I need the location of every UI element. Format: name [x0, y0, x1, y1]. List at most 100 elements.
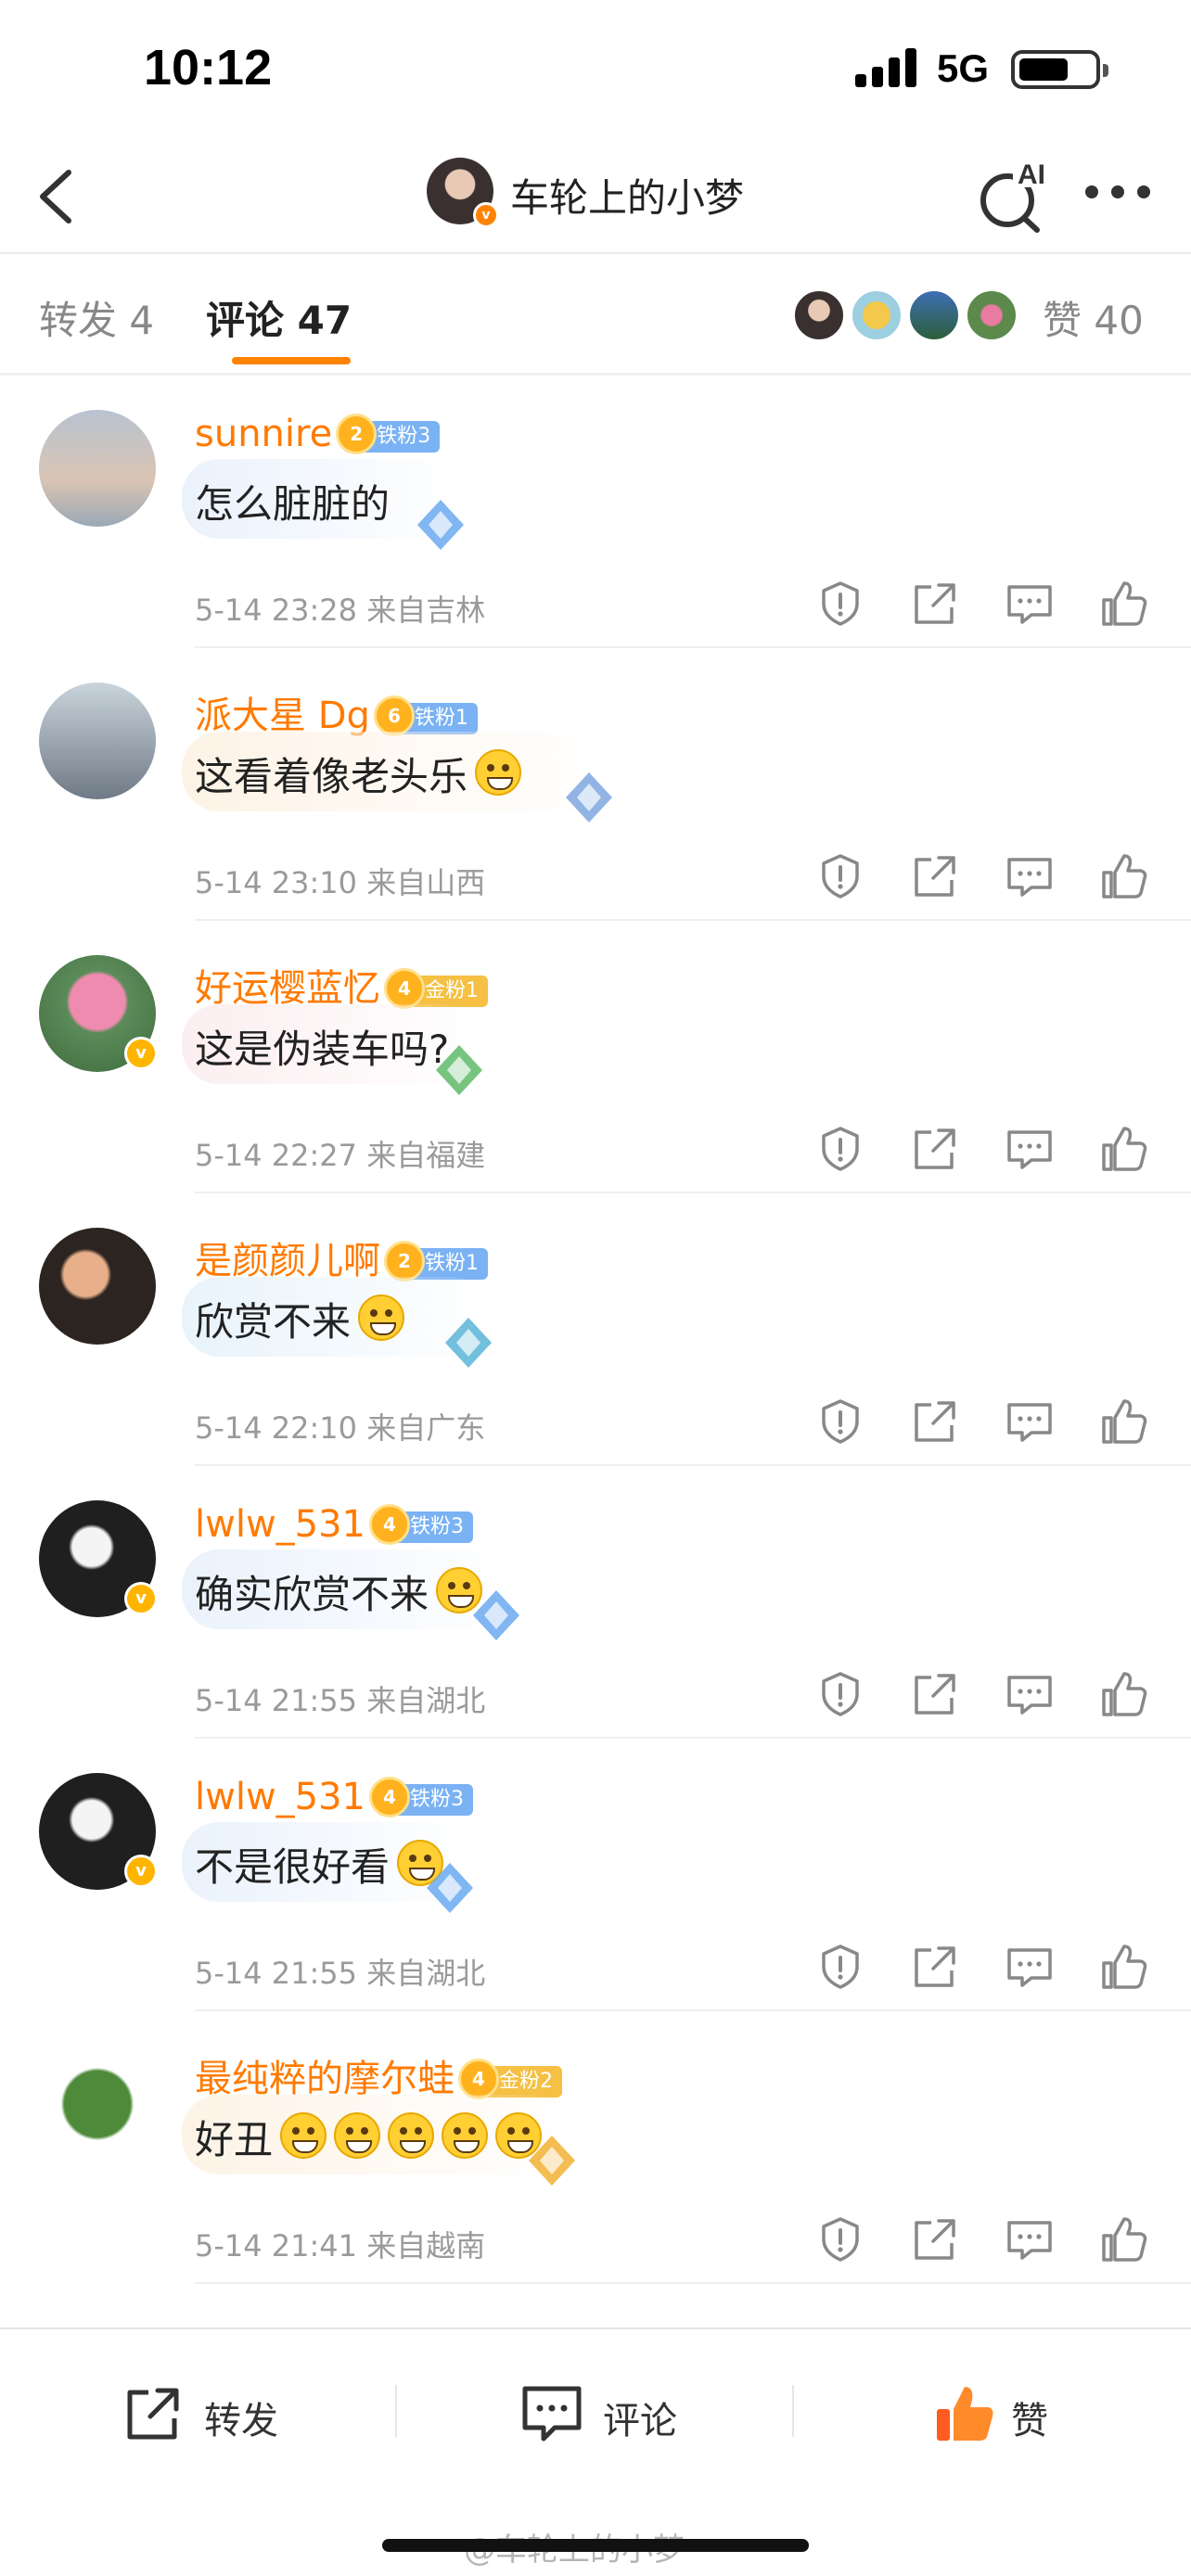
back-icon[interactable] [33, 167, 80, 226]
comment-item[interactable]: v lwlw_531 4 铁粉3 不是很好看 5-14 21:55 来自湖北 [0, 1739, 1191, 2011]
commenter-avatar[interactable] [39, 410, 156, 527]
share-icon[interactable] [911, 1397, 959, 1446]
like-label: 赞 [1011, 2400, 1048, 2442]
comment-meta: 5-14 22:10 来自广东 [195, 1405, 485, 1447]
commenter-avatar[interactable] [39, 2046, 156, 2162]
fan-badge[interactable]: 4 金粉1 [384, 968, 488, 1009]
comment-location: 来自山西 [366, 865, 486, 900]
report-icon[interactable] [816, 1125, 864, 1173]
report-icon[interactable] [816, 1397, 864, 1446]
commenter-avatar[interactable] [39, 1228, 156, 1345]
reply-icon[interactable] [1005, 2215, 1054, 2264]
comment-body: 怎么脏脏的 [195, 481, 391, 527]
more-icon[interactable] [1085, 185, 1150, 200]
tab-comment[interactable]: 评论 47 [206, 289, 352, 346]
comment-item[interactable]: v 好运樱蓝忆 4 金粉1 这是伪装车吗? 5-14 22:27 来自福建 [0, 921, 1191, 1193]
comment-location: 来自吉林 [366, 593, 486, 628]
liker-avatar [965, 288, 1018, 342]
share-icon[interactable] [911, 580, 959, 628]
share-icon[interactable] [911, 2215, 959, 2264]
like-icon[interactable] [1100, 852, 1148, 900]
report-icon[interactable] [816, 2215, 864, 2264]
comment-button[interactable]: 评论 [519, 2381, 705, 2446]
share-icon[interactable] [911, 1125, 959, 1173]
report-icon[interactable] [816, 1943, 864, 1991]
comment-list: sunnire 2 铁粉3 怎么脏脏的 5-14 23:28 来自吉林 派大星 Dg 6 铁粉… [0, 376, 1191, 2284]
bubble-sticker-icon [417, 500, 464, 550]
tab-likes[interactable]: 赞 40 [1043, 289, 1144, 346]
share-icon[interactable] [911, 1943, 959, 1991]
comment-time: 5-14 21:55 [195, 1683, 358, 1718]
comment-item[interactable]: sunnire 2 铁粉3 怎么脏脏的 5-14 23:28 来自吉林 [0, 376, 1191, 648]
comment-text[interactable]: 不是很好看 [195, 1836, 444, 1893]
comment-body: 不是很好看 [195, 1844, 391, 1890]
fan-badge[interactable]: 4 铁粉3 [369, 1777, 474, 1817]
fan-badge[interactable]: 6 铁粉1 [373, 695, 478, 736]
ai-label: AI [1018, 159, 1045, 190]
commenter-name[interactable]: lwlw_531 4 铁粉3 [195, 1503, 474, 1546]
fan-badge-label: 金粉1 [425, 979, 479, 1002]
like-icon[interactable] [1100, 1125, 1148, 1173]
comment-location: 来自湖北 [366, 1956, 486, 1991]
share-icon[interactable] [911, 1670, 959, 1718]
crown-icon: 4 [384, 968, 425, 1009]
reply-icon[interactable] [1005, 852, 1054, 900]
like-icon[interactable] [1100, 580, 1148, 628]
fan-badge[interactable]: 4 铁粉3 [369, 1504, 474, 1545]
comment-text[interactable]: 确实欣赏不来 [195, 1563, 483, 1620]
comment-time: 5-14 23:10 [195, 865, 358, 900]
report-icon[interactable] [816, 1670, 864, 1718]
fan-badge[interactable]: 2 铁粉1 [384, 1241, 488, 1282]
page-title[interactable]: 车轮上的小梦 [510, 167, 744, 223]
like-icon[interactable] [1100, 1397, 1148, 1446]
laugh-emoji-icon [388, 2112, 435, 2159]
fan-badge-label: 铁粉3 [410, 1788, 465, 1811]
battery-icon [1011, 50, 1108, 89]
fan-badge-label: 铁粉1 [425, 1252, 479, 1275]
fan-badge[interactable]: 2 铁粉3 [336, 414, 441, 454]
comment-item[interactable]: 最纯粹的摩尔蛙 4 金粉2 好丑 5-14 21:41 来自越南 [0, 2011, 1191, 2284]
tab-repost[interactable]: 转发 4 [39, 289, 154, 346]
commenter-name[interactable]: sunnire 2 铁粉3 [195, 413, 441, 455]
commenter-avatar[interactable]: v [39, 1500, 158, 1617]
reply-icon[interactable] [1005, 1125, 1054, 1173]
liker-avatar [907, 288, 961, 342]
like-icon[interactable] [1100, 1943, 1148, 1991]
fan-badge-label: 铁粉3 [377, 425, 431, 448]
like-button[interactable]: 赞 [933, 2381, 1082, 2446]
crown-icon: 4 [458, 2059, 499, 2099]
reply-icon[interactable] [1005, 580, 1054, 628]
report-icon[interactable] [816, 852, 864, 900]
bubble-sticker-icon [566, 772, 612, 823]
author-avatar[interactable]: v [427, 158, 499, 228]
share-icon[interactable] [911, 852, 959, 900]
laugh-emoji-icon [442, 2112, 489, 2159]
report-icon[interactable] [816, 580, 864, 628]
comment-text[interactable]: 这看着像老头乐 [195, 746, 522, 802]
reply-icon[interactable] [1005, 1397, 1054, 1446]
commenter-avatar[interactable]: v [39, 955, 158, 1072]
comment-item[interactable]: v lwlw_531 4 铁粉3 确实欣赏不来 5-14 21:55 来自湖北 [0, 1466, 1191, 1739]
crown-icon: 4 [369, 1777, 411, 1817]
commenter-name[interactable]: lwlw_531 4 铁粉3 [195, 1776, 474, 1818]
ai-search-icon[interactable]: AI [976, 159, 1050, 234]
reply-icon[interactable] [1005, 1670, 1054, 1718]
comment-body: 确实欣赏不来 [195, 1572, 429, 1617]
comment-location: 来自越南 [366, 2228, 486, 2264]
home-indicator[interactable] [382, 2539, 809, 2552]
like-icon[interactable] [1100, 1670, 1148, 1718]
reply-icon[interactable] [1005, 1943, 1054, 1991]
comment-text[interactable]: 怎么脏脏的 [195, 473, 390, 529]
fan-badge[interactable]: 4 金粉2 [458, 2059, 562, 2099]
commenter-avatar[interactable] [39, 682, 156, 799]
comment-text[interactable]: 好丑 [195, 2109, 543, 2165]
comment-item[interactable]: 派大星 Dg 6 铁粉1 这看着像老头乐 5-14 23:10 来自山西 [0, 648, 1191, 921]
comment-text[interactable]: 这是伪装车吗? [195, 1018, 449, 1075]
comment-text[interactable]: 欣赏不来 [195, 1291, 405, 1347]
liker-avatars[interactable] [792, 288, 1033, 344]
like-icon[interactable] [1100, 2215, 1148, 2264]
commenter-avatar[interactable]: v [39, 1773, 158, 1890]
repost-button[interactable]: 转发 [121, 2381, 306, 2446]
comment-item[interactable]: 是颜颜儿啊 2 铁粉1 欣赏不来 5-14 22:10 来自广东 [0, 1193, 1191, 1466]
thumbs-up-icon [937, 2387, 993, 2441]
